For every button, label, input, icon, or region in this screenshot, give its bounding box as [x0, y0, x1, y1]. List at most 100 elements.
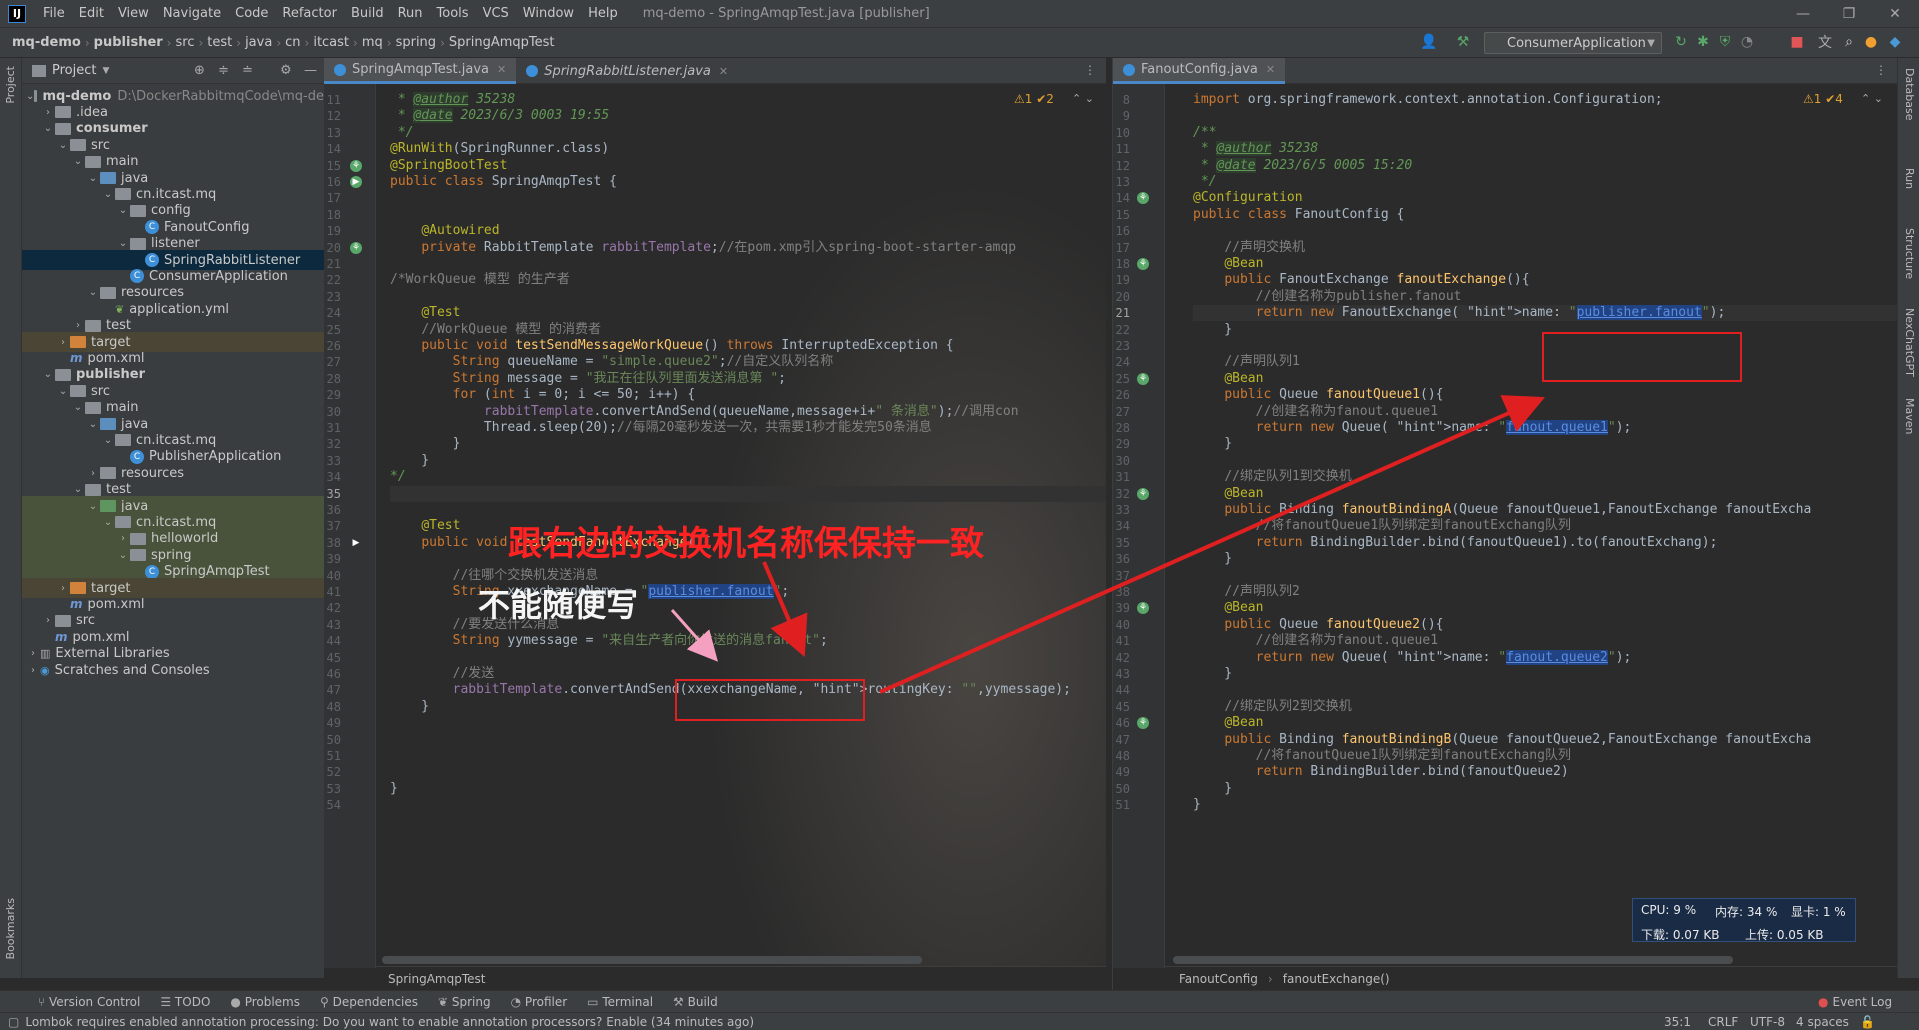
- code-line[interactable]: * @date 2023/6/3 0003 19:55: [390, 108, 609, 124]
- chevron-down-icon[interactable]: ⌄: [71, 484, 85, 495]
- hammer-icon[interactable]: ⚒: [1454, 33, 1472, 51]
- rerun-icon[interactable]: ↻: [1672, 33, 1690, 51]
- spring-bean-icon[interactable]: ⚘: [1137, 487, 1149, 500]
- code-line[interactable]: //WorkQueue 模型 的消费者: [390, 322, 601, 338]
- code-line[interactable]: * @author 35238: [390, 92, 515, 108]
- code-line[interactable]: */: [390, 125, 414, 141]
- code-line[interactable]: }: [390, 453, 429, 469]
- tool-tab-spring[interactable]: ❦ Spring: [438, 995, 491, 1009]
- spring-bean-icon[interactable]: ⚘: [350, 159, 362, 172]
- code-line[interactable]: String message = "我正在往队列里面发送消息第 ";: [390, 371, 786, 387]
- code-line[interactable]: */: [1193, 174, 1217, 190]
- chevron-down-icon[interactable]: ⌄: [56, 140, 70, 151]
- stop-icon[interactable]: ■: [1788, 33, 1806, 51]
- tree-item[interactable]: › ◉ Scratches and Consoles: [22, 660, 324, 680]
- menu-build[interactable]: Build: [344, 6, 391, 21]
- menu-window[interactable]: Window: [516, 6, 581, 21]
- code-line[interactable]: //将fanoutQueue1队列绑定到fanoutExchang队列: [1193, 518, 1571, 534]
- code-line[interactable]: //声明队列2: [1193, 584, 1299, 600]
- coverage-icon[interactable]: ⛨: [1716, 33, 1734, 51]
- spring-bean-icon[interactable]: ⚘: [1137, 602, 1149, 615]
- nexchatgpt-tool-tab[interactable]: NexChatGPT: [1903, 308, 1916, 377]
- horizontal-scrollbar[interactable]: [382, 956, 922, 964]
- gear-icon[interactable]: ⚙: [280, 63, 292, 78]
- inspection-widget[interactable]: ⚠1 ✔2: [1014, 92, 1054, 106]
- search-icon[interactable]: ⌕: [1840, 33, 1858, 51]
- breadcrumb-item[interactable]: publisher: [90, 35, 167, 50]
- code-line[interactable]: }: [390, 699, 429, 715]
- chevron-down-icon[interactable]: ⌄: [116, 205, 130, 216]
- breadcrumb-item[interactable]: SpringAmqpTest: [445, 35, 559, 50]
- chevron-right-icon[interactable]: ›: [116, 533, 130, 544]
- autowired-icon[interactable]: ⚘: [350, 241, 362, 254]
- code-line[interactable]: @Bean: [1193, 600, 1263, 616]
- chevron-down-icon[interactable]: ⌄: [71, 402, 85, 413]
- code-line[interactable]: public Queue fanoutQueue2(){: [1193, 617, 1443, 633]
- code-line[interactable]: Thread.sleep(20);//每隔20毫秒发送一次，共需要1秒才能发完5…: [390, 420, 932, 436]
- chevron-down-icon[interactable]: ⌄: [116, 550, 130, 561]
- chevron-right-icon[interactable]: ›: [41, 615, 55, 626]
- code-line[interactable]: for (int i = 0; i <= 50; i++) {: [390, 387, 696, 403]
- code-line[interactable]: //将fanoutQueue1队列绑定到fanoutExchang队列: [1193, 748, 1571, 764]
- code-line[interactable]: }: [1193, 797, 1201, 813]
- code-line[interactable]: public class FanoutConfig {: [1193, 207, 1404, 223]
- breadcrumb-item[interactable]: src: [171, 35, 198, 50]
- maven-tool-tab[interactable]: Maven: [1903, 398, 1916, 434]
- code-line[interactable]: return new Queue( "hint">name: "fanout.q…: [1193, 420, 1631, 436]
- breadcrumb-class[interactable]: FanoutConfig: [1179, 972, 1258, 986]
- code-line[interactable]: return new Queue( "hint">name: "fanout.q…: [1193, 649, 1631, 666]
- code-line[interactable]: public Binding fanoutBindingA(Queue fano…: [1193, 502, 1811, 518]
- locate-icon[interactable]: ⊕: [194, 63, 205, 78]
- code-line[interactable]: public FanoutExchange fanoutExchange(){: [1193, 272, 1529, 288]
- structure-tool-tab[interactable]: Structure: [1903, 228, 1916, 279]
- chevron-down-icon[interactable]: ⌄: [86, 287, 100, 298]
- code-line[interactable]: @Bean: [1193, 715, 1263, 731]
- code-line[interactable]: return BindingBuilder.bind(fanoutQueue1)…: [1193, 535, 1718, 551]
- close-tab-icon[interactable]: ✕: [1266, 63, 1275, 76]
- code-line[interactable]: @RunWith(SpringRunner.class): [390, 141, 609, 157]
- menu-tools[interactable]: Tools: [430, 6, 476, 21]
- run-test-icon[interactable]: ▶: [350, 176, 362, 188]
- jetbrains-icon[interactable]: ◆: [1886, 33, 1904, 51]
- code-line[interactable]: @Configuration: [1193, 190, 1303, 206]
- menu-code[interactable]: Code: [228, 6, 275, 21]
- database-tool-tab[interactable]: Database: [1903, 68, 1916, 121]
- menu-file[interactable]: File: [36, 6, 72, 21]
- file-encoding[interactable]: UTF-8: [1750, 1015, 1785, 1029]
- code-line[interactable]: public void testSendMessageWorkQueue() t…: [390, 338, 953, 354]
- code-line[interactable]: public Binding fanoutBindingB(Queue fano…: [1193, 732, 1811, 748]
- menu-navigate[interactable]: Navigate: [156, 6, 228, 21]
- tool-tab-dependencies[interactable]: ⚲ Dependencies: [320, 995, 418, 1009]
- code-line[interactable]: }: [390, 781, 398, 797]
- menu-run[interactable]: Run: [391, 6, 430, 21]
- breadcrumb-item[interactable]: test: [203, 35, 236, 50]
- tab-fanoutconfig[interactable]: FanoutConfig.java ✕: [1113, 58, 1286, 84]
- project-tool-tab[interactable]: Project: [4, 66, 17, 104]
- debug-icon[interactable]: ✱: [1694, 33, 1712, 51]
- code-line[interactable]: }: [390, 436, 461, 452]
- breadcrumb-item[interactable]: java: [241, 35, 276, 50]
- chevron-up-down-icon[interactable]: ⌃ ⌄: [1072, 92, 1094, 105]
- lock-icon[interactable]: 🔓: [1860, 1015, 1875, 1029]
- code-line[interactable]: //绑定队列2到交换机: [1193, 699, 1351, 715]
- code-line[interactable]: public Queue fanoutQueue1(){: [1193, 387, 1443, 403]
- event-log-button[interactable]: ● Event Log: [1818, 995, 1892, 1009]
- code-line[interactable]: }: [1193, 781, 1232, 797]
- expand-all-icon[interactable]: ≑: [218, 63, 229, 78]
- code-line[interactable]: return new FanoutExchange( "hint">name: …: [1193, 305, 1725, 321]
- tool-tab-terminal[interactable]: ▭ Terminal: [587, 995, 653, 1009]
- project-view-selector[interactable]: Project: [52, 63, 96, 78]
- code-line[interactable]: * @date 2023/6/5 0005 15:20: [1193, 157, 1412, 174]
- chevron-down-icon[interactable]: ⌄: [101, 517, 115, 528]
- chevron-down-icon[interactable]: ⌄: [26, 91, 34, 102]
- chevron-down-icon[interactable]: ⌄: [86, 173, 100, 184]
- chevron-down-icon[interactable]: ⌄: [86, 501, 100, 512]
- menu-help[interactable]: Help: [581, 6, 625, 21]
- minimize-icon[interactable]: —: [1780, 0, 1826, 28]
- code-line[interactable]: String queueName = "simple.queue2";//自定义…: [390, 354, 834, 370]
- code-line[interactable]: //绑定队列1到交换机: [1193, 469, 1351, 485]
- breadcrumb-class[interactable]: SpringAmqpTest: [388, 972, 486, 986]
- tool-tab-todo[interactable]: ☰ TODO: [160, 995, 210, 1009]
- code-line[interactable]: //创建名称为fanout.queue1: [1193, 404, 1438, 420]
- code-line[interactable]: /*WorkQueue 模型 的生产者: [390, 272, 570, 288]
